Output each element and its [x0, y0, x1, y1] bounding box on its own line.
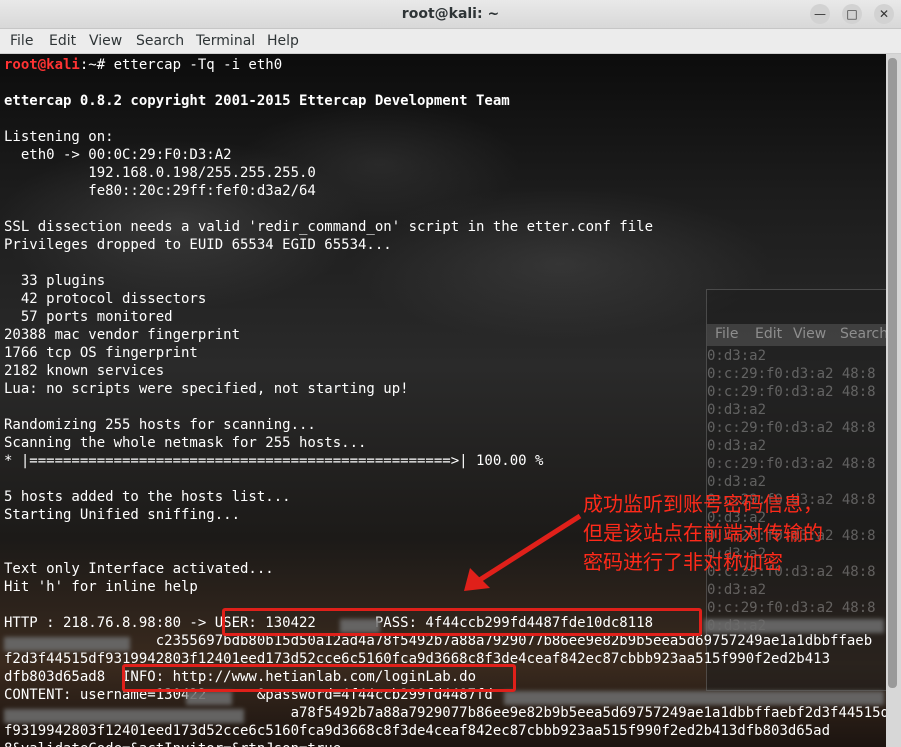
annotation-arrow: [464, 513, 582, 591]
arrow-head: [464, 568, 490, 591]
menu-search[interactable]: Search: [136, 33, 184, 49]
scrollbar-thumb[interactable]: [888, 58, 897, 688]
menu-file[interactable]: File: [10, 33, 33, 49]
menu-view[interactable]: View: [89, 33, 122, 49]
arrow-shaft: [476, 513, 582, 584]
minimize-button[interactable]: —: [810, 4, 830, 24]
annotation-text: 成功监听到账号密码信息， 但是该站点在前端对传输的 密码进行了非对称加密: [583, 492, 823, 574]
menu-edit[interactable]: Edit: [49, 33, 76, 49]
menu-terminal[interactable]: Terminal: [196, 33, 255, 49]
menu-bar: File Edit View Search Terminal Help: [0, 29, 901, 54]
title-bar: root@kali: ~ — □ ✕: [0, 0, 901, 29]
menu-help[interactable]: Help: [267, 33, 299, 49]
terminal-output[interactable]: File Edit View Search 0:d3:a2 0:c:29:f0:d…: [0, 54, 886, 747]
close-button[interactable]: ✕: [874, 4, 894, 24]
maximize-button[interactable]: □: [842, 4, 862, 24]
window-title: root@kali: ~: [401, 6, 500, 22]
